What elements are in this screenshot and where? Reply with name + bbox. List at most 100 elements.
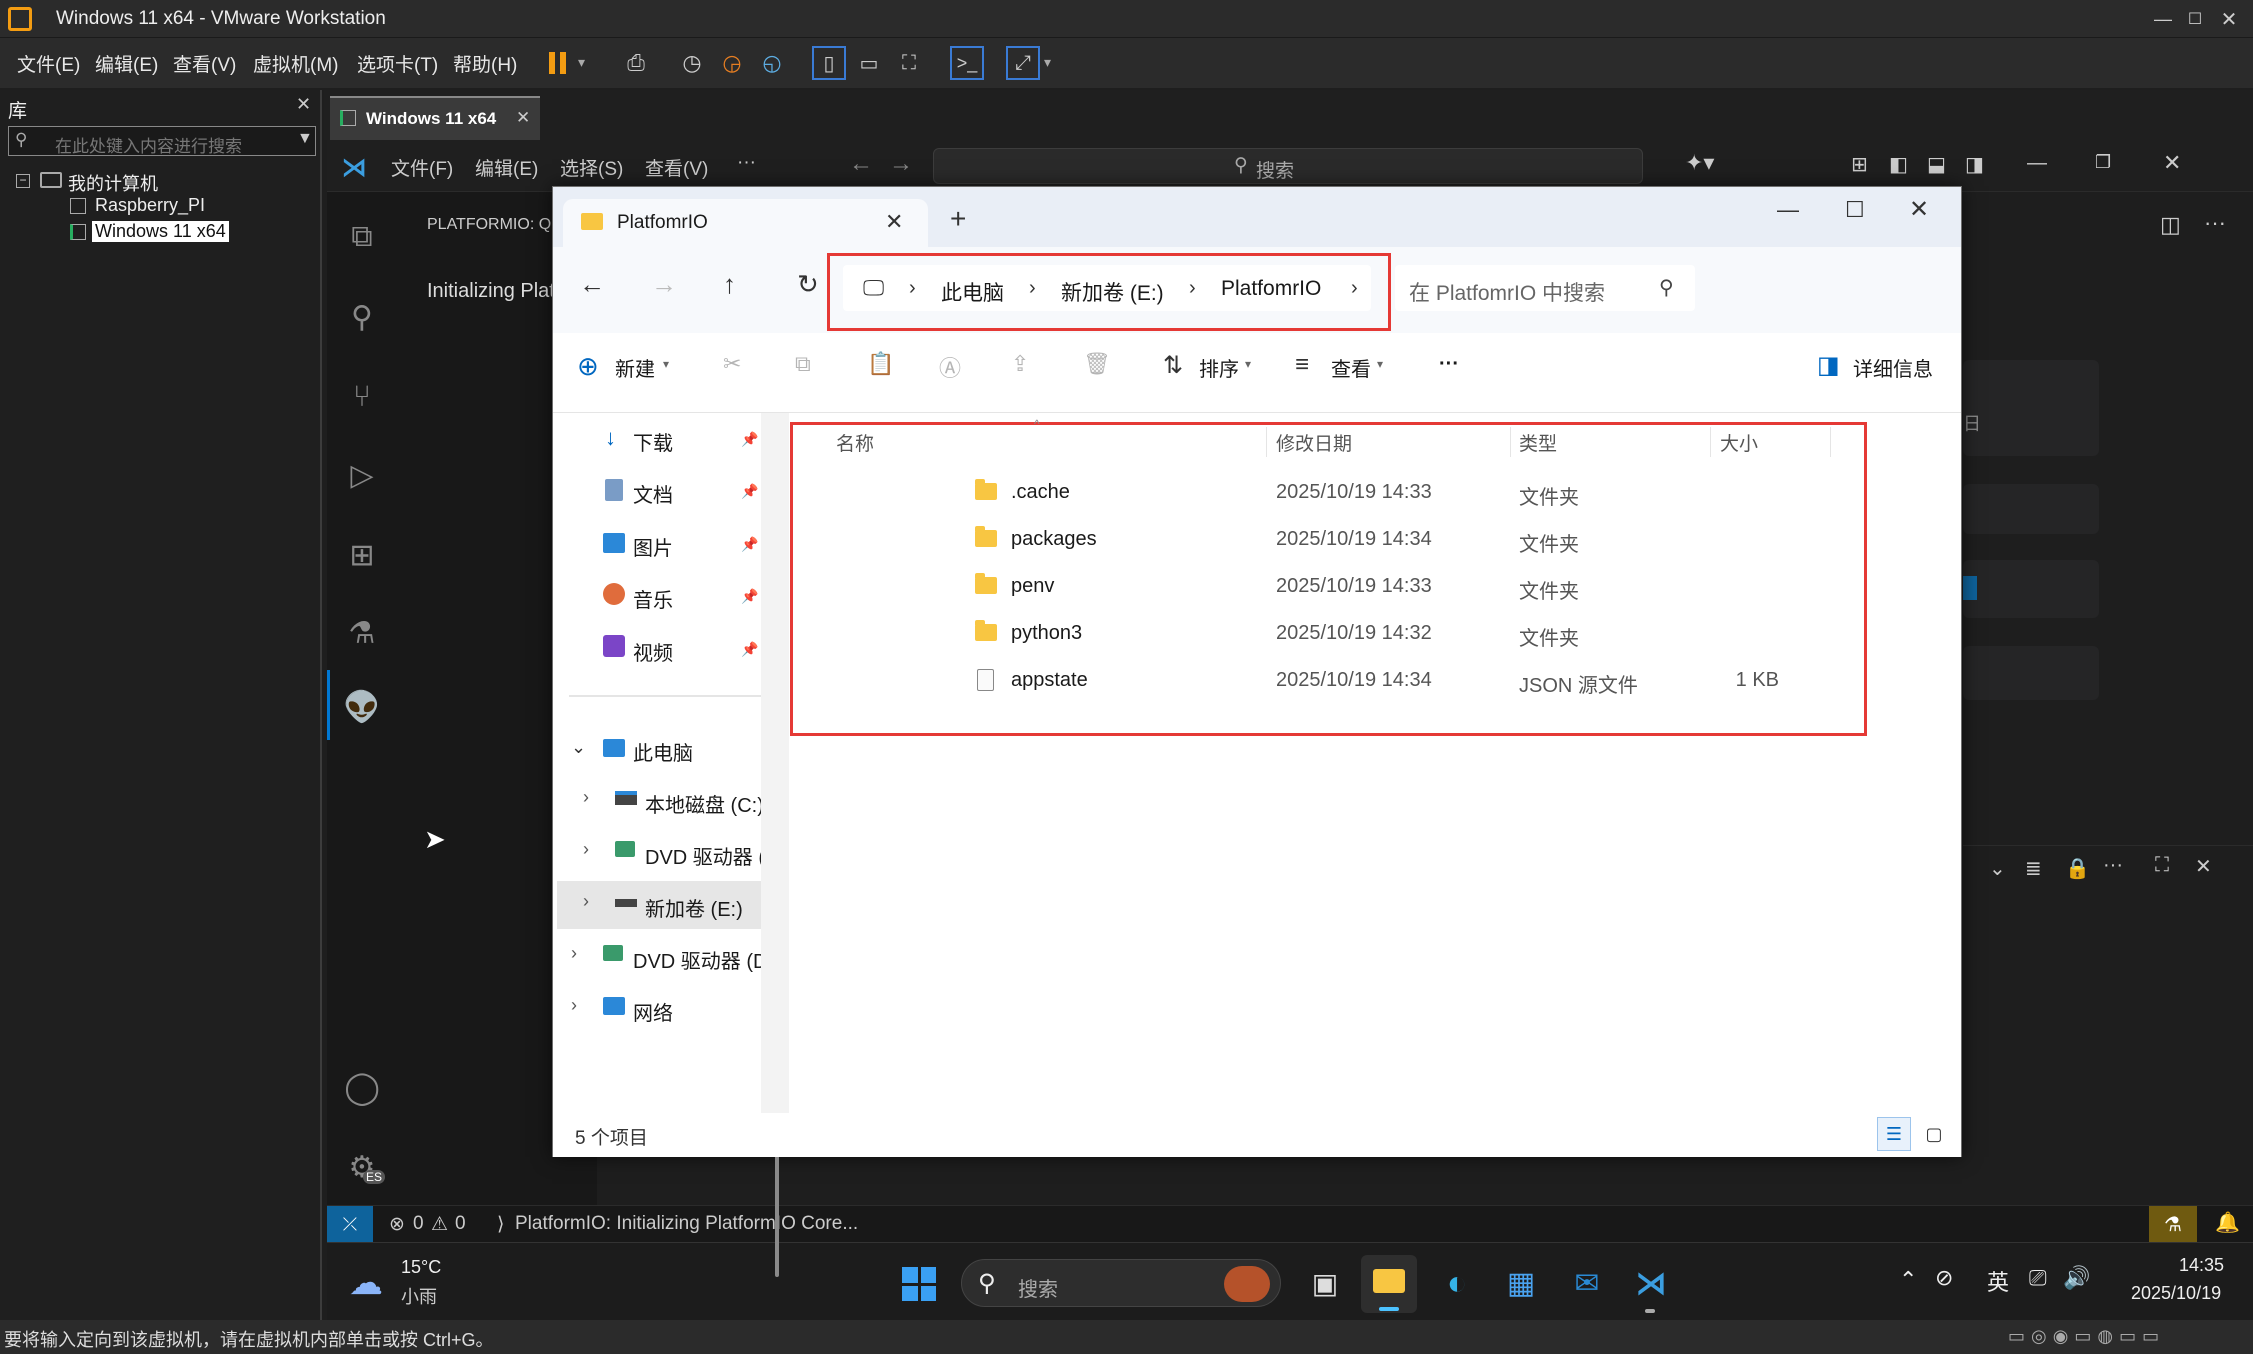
clock-date[interactable]: 2025/10/19 — [2131, 1283, 2221, 1304]
copy-icon[interactable]: ⧉ — [795, 351, 825, 381]
tree-item-raspberry[interactable]: Raspberry_PI — [95, 195, 205, 216]
menu-vm[interactable]: 虚拟机(M) — [253, 50, 338, 77]
column-divider[interactable] — [1830, 427, 1831, 457]
pin-icon[interactable]: 📌 — [741, 641, 758, 658]
menu-file[interactable]: 文件(E) — [17, 50, 80, 77]
more-options-button[interactable]: ··· — [1439, 353, 1459, 376]
test-icon[interactable]: ⚗ — [337, 608, 387, 658]
vsc-menu-more[interactable]: ··· — [737, 152, 756, 174]
nav-dvd-d[interactable]: DVD 驱动器 (D: — [633, 945, 769, 974]
vsc-menu-view[interactable]: 查看(V) — [645, 154, 708, 181]
revert-snapshot-icon[interactable]: ◶ — [716, 48, 748, 78]
toggle-sidebar-icon[interactable]: ◧ — [1889, 152, 1908, 177]
breadcrumb[interactable]: 🖵 › 此电脑 › 新加卷 (E:) › PlatfomrIO › — [843, 265, 1371, 311]
layout-icon[interactable]: ⊞ — [1851, 152, 1868, 177]
error-icon[interactable]: ⊗ — [389, 1213, 405, 1236]
settings-gear-icon[interactable]: ⚙ — [337, 1142, 387, 1192]
computer-icon[interactable]: 🖵 — [863, 275, 884, 301]
task-view-icon[interactable]: ▣ — [1305, 1263, 1345, 1303]
more-actions-icon[interactable]: ··· — [2103, 854, 2123, 877]
nav-documents[interactable]: 文档 — [633, 479, 673, 508]
taskbar-search[interactable]: ⚲ 搜索 — [961, 1259, 1281, 1307]
weather-icon[interactable]: ☁ — [349, 1263, 383, 1303]
menu-edit[interactable]: 编辑(E) — [95, 50, 158, 77]
warning-count[interactable]: 0 — [455, 1213, 466, 1235]
edge-icon[interactable]: ◐ — [1435, 1261, 1479, 1305]
split-editor-icon[interactable]: ◫ — [2160, 212, 2181, 238]
chevron-right-icon[interactable]: › — [1351, 277, 1358, 300]
copilot-icon[interactable]: ✦▾ — [1685, 150, 1714, 176]
new-tab-icon[interactable]: + — [950, 203, 966, 235]
nav-this-pc[interactable]: 此电脑 — [633, 737, 693, 766]
close-icon[interactable]: ✕ — [2195, 854, 2212, 879]
platformio-icon[interactable]: 👽 — [337, 682, 387, 732]
library-search-input[interactable]: ⚲ 在此处键入内容进行搜索 ▼ — [8, 126, 316, 156]
vsc-command-search[interactable]: ⚲ 搜索 — [933, 148, 1643, 184]
toggle-panel-icon[interactable]: ⬓ — [1927, 152, 1946, 177]
lock-icon[interactable]: 🔒 — [2065, 856, 2090, 881]
new-icon[interactable]: ⊕ — [577, 351, 599, 382]
large-icons-view-icon[interactable]: ▢ — [1917, 1117, 1951, 1151]
nav-drive-e[interactable]: 新加卷 (E:) — [645, 893, 743, 922]
nav-downloads[interactable]: 下载 — [633, 427, 673, 456]
chevron-down-icon[interactable]: ▾ — [578, 54, 585, 71]
sort-button[interactable]: 排序 — [1199, 353, 1239, 382]
close-icon[interactable]: ✕ — [2214, 4, 2244, 34]
chevron-down-icon[interactable]: ▾ — [1044, 54, 1051, 71]
nav-videos[interactable]: 视频 — [633, 637, 673, 666]
clock-time[interactable]: 14:35 — [2179, 1255, 2224, 1276]
volume-icon[interactable]: 🔊 — [2063, 1265, 2090, 1291]
chevron-right-icon[interactable]: › — [571, 995, 577, 1016]
maximize-icon[interactable]: ☐ — [1845, 197, 1865, 223]
view-button[interactable]: 查看 — [1331, 353, 1371, 382]
up-arrow-icon[interactable]: ↑ — [723, 269, 736, 300]
details-pane-icon[interactable]: ◨ — [1817, 351, 1840, 380]
weather-desc[interactable]: 小雨 — [401, 1283, 437, 1309]
vscode-taskbar-icon[interactable]: ⋊ — [1629, 1261, 1673, 1305]
more-actions-icon[interactable]: ··· — [2204, 210, 2226, 236]
vsc-menu-file[interactable]: 文件(F) — [391, 154, 453, 181]
close-icon[interactable]: ✕ — [296, 94, 311, 115]
explorer-icon[interactable]: ⧉ — [337, 212, 387, 262]
device-status-icons[interactable]: ▭◎◉▭◍▭▭ — [2008, 1326, 2165, 1347]
clear-terminal-icon[interactable]: ≣ — [2025, 856, 2042, 881]
full-screen-icon[interactable]: ⛶ — [892, 46, 926, 80]
new-button[interactable]: 新建 — [615, 353, 655, 382]
stretch-guest-icon[interactable]: ⤢ — [1006, 46, 1040, 80]
cut-icon[interactable]: ✂ — [723, 351, 753, 381]
breadcrumb-folder[interactable]: PlatfomrIO — [1221, 277, 1321, 301]
menu-tabs[interactable]: 选项卡(T) — [357, 50, 438, 77]
chevron-down-icon[interactable]: ▾ — [663, 357, 669, 371]
column-date[interactable]: 修改日期 — [1276, 429, 1352, 456]
minimize-icon[interactable]: — — [2027, 152, 2047, 175]
chevron-right-icon[interactable]: › — [583, 891, 589, 912]
share-icon[interactable]: ⇪ — [1011, 351, 1041, 381]
menu-view[interactable]: 查看(V) — [173, 50, 236, 77]
network-offline-icon[interactable]: ⊘ — [1935, 1265, 1953, 1291]
chevron-down-icon[interactable]: ⌄ — [1989, 856, 2006, 881]
delete-icon[interactable]: 🗑 — [1083, 351, 1113, 381]
error-count[interactable]: 0 — [413, 1213, 424, 1235]
paste-icon[interactable]: 📋 — [867, 351, 897, 381]
start-icon[interactable] — [902, 1267, 936, 1301]
extensions-icon[interactable]: ⊞ — [337, 530, 387, 580]
chevron-right-icon[interactable]: › — [1029, 277, 1036, 300]
pause-icon[interactable] — [549, 52, 555, 74]
back-arrow-icon[interactable]: ← — [579, 269, 605, 300]
forward-arrow-icon[interactable]: → — [889, 150, 913, 178]
chevron-right-icon[interactable]: › — [909, 277, 916, 300]
pin-icon[interactable]: 📌 — [741, 588, 758, 605]
menu-help[interactable]: 帮助(H) — [453, 50, 517, 77]
table-row[interactable]: appstate 2025/10/19 14:34 JSON 源文件 1 KB — [952, 657, 2052, 704]
chevron-down-icon[interactable]: ⌄ — [571, 737, 586, 758]
chevron-up-icon[interactable]: ⌃ — [1899, 1267, 1917, 1293]
chevron-right-icon[interactable]: › — [571, 943, 577, 964]
chevron-right-icon[interactable]: › — [1189, 277, 1196, 300]
nav-dvd-i[interactable]: DVD 驱动器 (I — [645, 841, 765, 870]
close-icon[interactable]: ✕ — [1909, 195, 1929, 224]
rename-icon[interactable]: Ⓐ — [939, 351, 969, 381]
run-debug-icon[interactable]: ▷ — [337, 450, 387, 500]
show-thumbnail-icon[interactable]: ▭ — [852, 46, 886, 80]
source-control-icon[interactable]: ⑂ — [337, 372, 387, 422]
vm-tab[interactable]: Windows 11 x64 ✕ — [330, 96, 540, 140]
